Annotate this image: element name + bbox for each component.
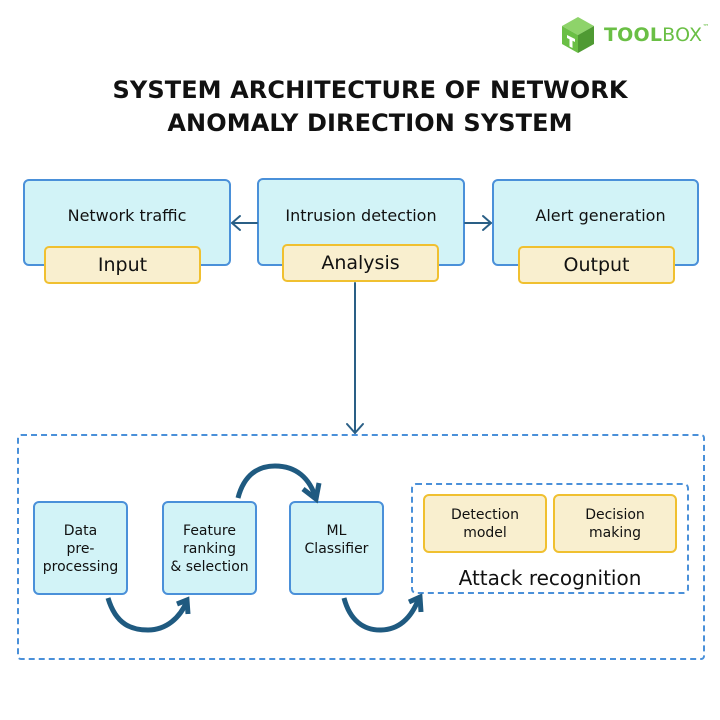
input-tag: Input [44,246,201,284]
step-text-line: ranking [183,541,236,557]
step-text-line: Classifier [304,541,369,557]
data-preprocessing-box: Data pre- processing [33,501,128,595]
detection-model-box: Detection model [423,494,547,553]
intrusion-detection-label: Intrusion detection [285,206,437,225]
sub-text-line: Decision [585,506,645,523]
logo-text-regular: BOX [662,23,703,46]
decision-making-label: Decision making [585,506,645,542]
attack-recognition-label: Attack recognition [458,566,642,590]
sub-text-line: model [463,524,507,541]
step-text-line: ML [326,523,347,539]
feature-ranking-label: Feature ranking & selection [170,522,248,593]
sub-text-line: Detection [450,506,519,523]
logo-text: TOOLBOX™ [604,22,710,46]
logo-text-bold: TOOL [604,23,663,46]
step-text-line: & selection [170,559,249,575]
alert-generation-label: Alert generation [535,206,666,225]
analysis-tag: Analysis [282,244,439,282]
logo-trademark: ™ [702,22,710,31]
output-tag: Output [518,246,675,284]
title-line-1: SYSTEM ARCHITECTURE OF NETWORK [112,76,628,104]
cube-logo-icon [562,17,594,53]
step-text-line: Data [63,523,98,539]
step-text-line: processing [42,559,119,575]
step-text-line: Feature [183,523,236,539]
network-traffic-label: Network traffic [67,206,187,225]
decision-making-box: Decision making [553,494,677,553]
ml-classifier-box: ML Classifier [289,501,384,595]
step-text-line: pre- [66,541,95,557]
diagram-title: SYSTEM ARCHITECTURE OF NETWORK ANOMALY D… [20,74,720,140]
toolbox-logo: TOOLBOX™ [561,16,709,54]
arrow-to-alert-generation [464,215,492,231]
data-preprocessing-label: Data pre- processing [43,522,118,593]
detection-model-label: Detection model [451,506,519,542]
arrow-analysis-to-pipeline [346,282,364,434]
feature-ranking-box: Feature ranking & selection [162,501,257,595]
arrow-to-network-traffic [231,215,258,231]
ml-classifier-label: ML Classifier [305,522,369,593]
title-line-2: ANOMALY DIRECTION SYSTEM [167,109,573,137]
sub-text-line: making [589,524,641,541]
